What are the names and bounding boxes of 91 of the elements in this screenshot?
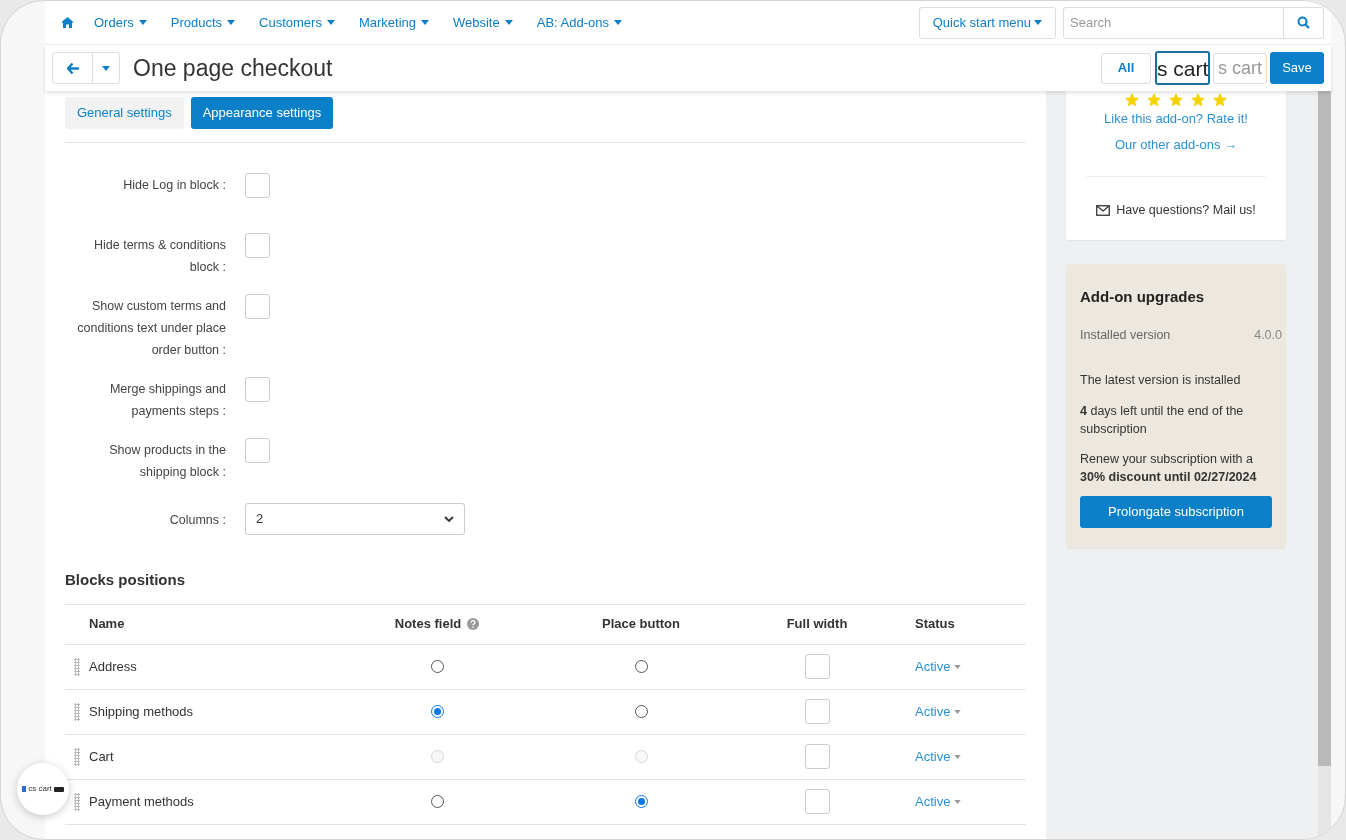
drag-handle[interactable]	[74, 702, 80, 721]
block-name: Cart	[89, 747, 114, 766]
checkbox[interactable]	[245, 294, 270, 319]
setting-label: Hide Log in block :	[122, 177, 226, 194]
block-name: Shipping methods	[89, 702, 194, 721]
setting-label: Hide terms & conditions block :	[93, 237, 226, 276]
drag-handle[interactable]	[74, 792, 80, 811]
caret-icon	[102, 65, 110, 71]
checkbox[interactable]	[245, 438, 270, 463]
checkbox[interactable]	[245, 173, 270, 198]
caret-icon	[954, 709, 962, 714]
column-header: Full width	[786, 615, 848, 634]
caret-icon	[138, 20, 147, 25]
discount-text: Renew your subscription with a 30% discount until 02/27/2024	[1080, 450, 1258, 486]
nav-menu-item[interactable]: Website	[453, 12, 513, 33]
mail-icon	[1096, 204, 1111, 216]
caret-icon	[1034, 20, 1042, 25]
setting-label: Merge shippings and payments steps :	[108, 381, 226, 420]
logo-icon	[22, 786, 27, 792]
column-header: Status	[915, 615, 955, 634]
logo-button[interactable]: s cart	[1213, 52, 1267, 84]
caret-icon	[954, 664, 962, 669]
mail-link[interactable]: Have questions? Mail us!	[1116, 201, 1256, 220]
checkbox[interactable]	[245, 377, 270, 402]
column-header: Name	[89, 615, 125, 634]
version-number: 4.0.0	[1254, 327, 1282, 345]
star-icon[interactable]	[1191, 93, 1205, 107]
checkbox[interactable]	[245, 233, 270, 258]
status-text: The latest version is installed	[1080, 372, 1242, 389]
caret-icon	[954, 799, 962, 804]
add-ons-link[interactable]: Our other add-ons →	[1114, 134, 1238, 154]
status-dropdown[interactable]: Active	[915, 791, 962, 812]
nav-menu-item[interactable]: Orders	[94, 12, 147, 33]
radio-button[interactable]	[634, 705, 648, 718]
radio-button[interactable]	[430, 660, 444, 673]
star-icon[interactable]	[1125, 93, 1139, 107]
radio-button[interactable]	[430, 705, 444, 718]
tab[interactable]: Appearance settings	[190, 97, 334, 129]
caret-icon	[504, 20, 513, 25]
home-icon[interactable]	[61, 17, 74, 28]
block-name: Payment methods	[89, 792, 194, 811]
subscription-text: 4 days left until the end of the subscription	[1080, 402, 1245, 438]
caret-icon	[614, 20, 622, 25]
help-icon[interactable]	[467, 618, 480, 630]
logo-text: cs cart	[28, 783, 52, 795]
tag-icon	[53, 786, 64, 792]
checkbox[interactable]	[804, 699, 830, 724]
search-icon	[1297, 16, 1310, 29]
nav-menu-item[interactable]: Products	[170, 12, 236, 33]
section-heading: Blocks positions	[65, 569, 1026, 605]
quick-start-menu-button[interactable]: Quick start menu	[918, 6, 1056, 39]
status-dropdown[interactable]: Active	[915, 656, 962, 677]
star-icon[interactable]	[1169, 93, 1183, 107]
radio-button[interactable]	[430, 795, 444, 808]
status-dropdown[interactable]: Active	[915, 746, 962, 767]
star-icon[interactable]	[1147, 93, 1161, 107]
search-field[interactable]: Search	[1063, 6, 1324, 39]
chevron-down-icon	[444, 516, 454, 522]
radio-button[interactable]	[634, 795, 648, 808]
caret-icon	[227, 20, 236, 25]
drag-handle[interactable]	[74, 657, 80, 676]
status-dropdown[interactable]: Active	[915, 701, 962, 722]
caret-icon	[421, 20, 429, 25]
nav-menu-item[interactable]: Customers	[259, 12, 335, 33]
logo-button[interactable]: s cart	[1155, 51, 1210, 85]
star-icon[interactable]	[1213, 93, 1227, 107]
caret-icon	[954, 754, 962, 759]
nav-menu-item[interactable]: AB: Add-ons	[536, 12, 622, 33]
checkbox[interactable]	[804, 789, 830, 814]
column-header: Notes field	[394, 615, 462, 634]
prolongate-button[interactable]: Prolongate subscription	[1080, 495, 1272, 528]
installed-version-label: Installed version	[1080, 327, 1171, 345]
select-field[interactable]: 2	[245, 503, 465, 535]
nav-menu-item[interactable]: Marketing	[358, 12, 429, 33]
page-title: One page checkout	[133, 53, 333, 83]
caret-icon	[326, 20, 335, 25]
tab[interactable]: General settings	[65, 97, 184, 129]
rate-link[interactable]: Like this add-on? Rate it!	[1104, 109, 1248, 129]
all-button[interactable]: All	[1101, 52, 1151, 84]
checkbox[interactable]	[804, 744, 830, 769]
drag-handle[interactable]	[74, 747, 80, 766]
radio-button[interactable]	[634, 660, 648, 673]
panel-title: Add-on upgrades	[1080, 286, 1206, 307]
block-name: Address	[89, 657, 137, 676]
checkbox[interactable]	[804, 654, 830, 679]
column-header: Place button	[602, 615, 680, 634]
setting-label: Show products in the shipping block :	[108, 442, 226, 481]
back-arrow-icon	[66, 62, 79, 74]
setting-label: Show custom terms and conditions text under place order button :	[76, 298, 226, 359]
setting-label: Columns :	[168, 511, 226, 529]
save-button[interactable]: Save	[1270, 52, 1324, 84]
